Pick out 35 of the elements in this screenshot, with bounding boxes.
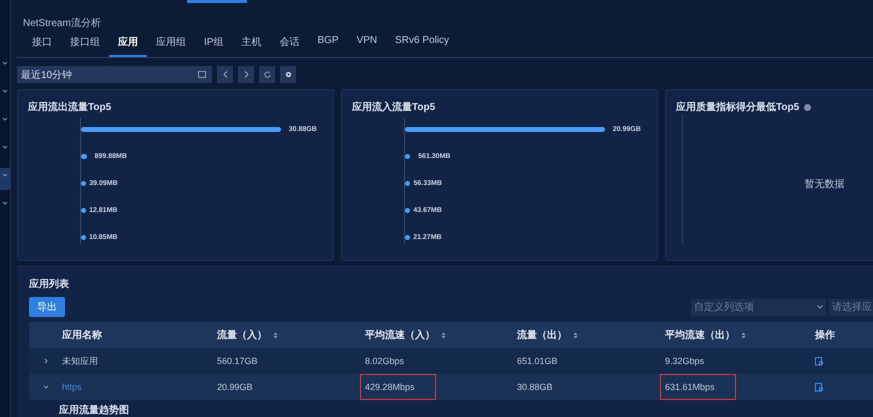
tab[interactable]: IP组 — [195, 32, 232, 57]
date-range-field[interactable]: 最近10分钟 — [17, 66, 212, 83]
table-cell: 429.28Mbps — [361, 375, 435, 399]
column-header[interactable]: 应用名称 — [62, 328, 102, 342]
column-header[interactable]: 流量（出） — [517, 328, 567, 342]
tab[interactable]: VPN — [348, 32, 386, 57]
tab[interactable]: 会话 — [270, 32, 308, 57]
table-cell-text: 8.02Gbps — [364, 355, 406, 368]
column-header[interactable]: 平均流速（出） — [665, 328, 735, 342]
table-cell-text: 9.32Gbps — [664, 355, 706, 368]
section-title: 应用流量趋势图 — [59, 403, 130, 417]
table-cell-text: 20.99GB — [216, 381, 254, 394]
column-header[interactable]: 流量（入） — [217, 328, 267, 342]
page-title: NetStream流分析 — [22, 16, 102, 32]
table-cell-text: 560.17GB — [216, 355, 259, 368]
tab[interactable]: SRv6 Policy — [386, 32, 458, 57]
card-title: 应用流出流量Top5 — [28, 100, 112, 114]
tab[interactable]: BGP — [308, 32, 348, 57]
tab[interactable]: 主机 — [232, 32, 270, 57]
table-cell-text: 651.01GB — [516, 355, 559, 368]
table-cell-text: 未知应用 — [61, 354, 99, 368]
app-link[interactable]: https — [58, 375, 86, 399]
tab[interactable]: 接口组 — [61, 32, 109, 57]
empty-message: 暂无数据 — [804, 178, 844, 191]
tab[interactable]: 接口 — [23, 32, 61, 57]
card-title: 应用流入流量Top5 — [352, 100, 436, 114]
column-header[interactable]: 操作 — [815, 328, 835, 342]
card-title: 应用质量指标得分最低Top5 — [676, 100, 800, 114]
export-button[interactable]: 导出 — [29, 297, 65, 317]
table-cell-text: 30.88GB — [516, 381, 554, 394]
tab[interactable]: 应用 — [109, 32, 147, 57]
column-header[interactable]: 平均流速（入） — [365, 328, 435, 342]
table-cell: 631.61Mbps — [661, 375, 735, 399]
section-title: 应用列表 — [29, 277, 70, 291]
tab[interactable]: 应用组 — [147, 32, 195, 57]
